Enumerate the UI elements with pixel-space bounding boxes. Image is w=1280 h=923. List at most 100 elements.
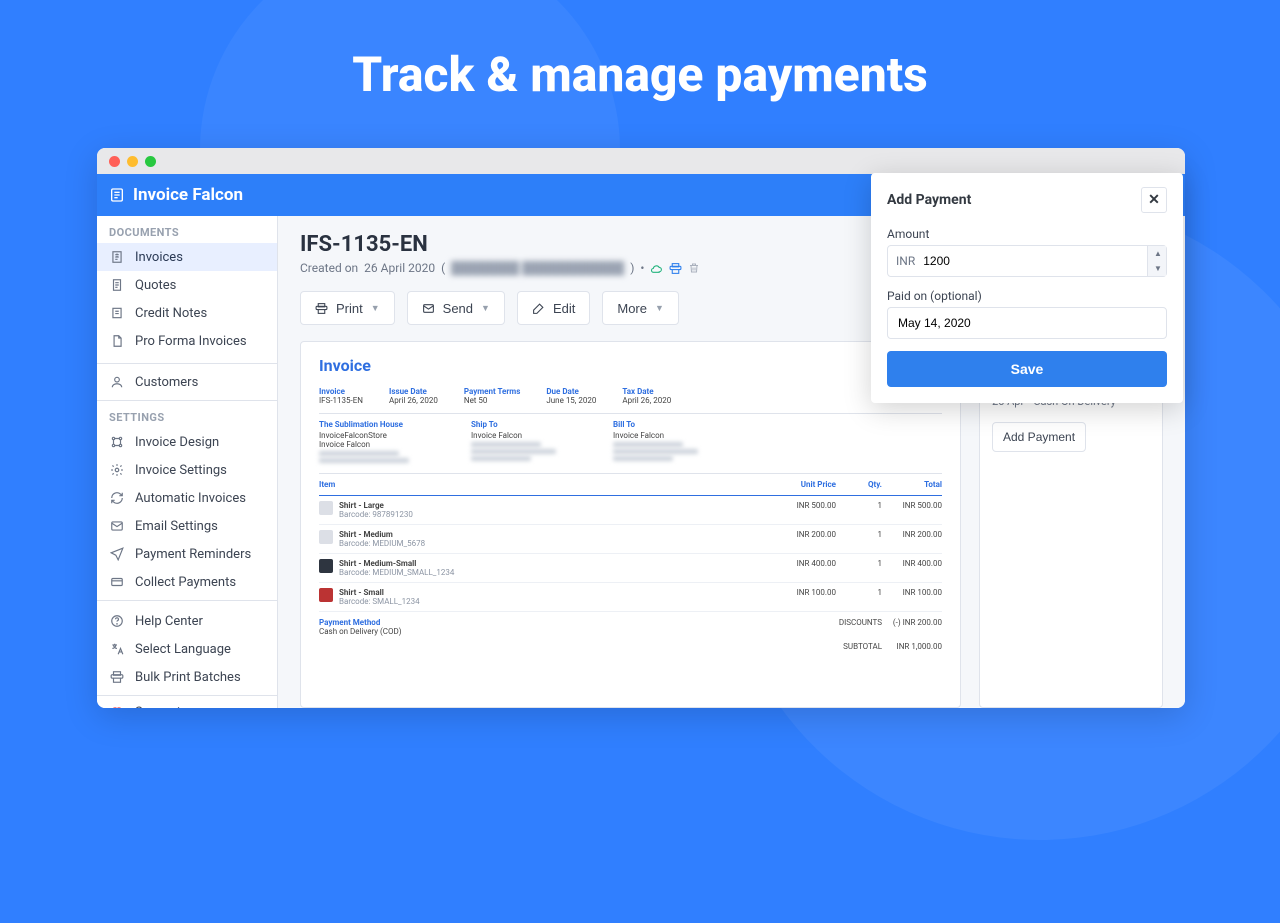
design-icon xyxy=(109,434,125,450)
discounts-val: (-) INR 200.00 xyxy=(882,618,942,636)
sidebar-item-label: Invoice Design xyxy=(135,435,219,450)
sidebar-item-collect-payments[interactable]: Collect Payments xyxy=(97,568,277,596)
hero-title: Track & manage payments xyxy=(0,46,1280,103)
item-title: Shirt - Medium-Small xyxy=(339,559,454,568)
item-total: INR 500.00 xyxy=(882,501,942,510)
payment-method-val: Cash on Delivery (COD) xyxy=(319,627,800,636)
item-unit: INR 500.00 xyxy=(768,501,836,510)
item-title: Shirt - Medium xyxy=(339,530,425,539)
sidebar-item-select-language[interactable]: Select Language xyxy=(97,635,277,663)
inv-head-value: Net 50 xyxy=(464,396,520,405)
sidebar-item-label: Invoices xyxy=(135,250,183,265)
sidebar-item-automatic-invoices[interactable]: Automatic Invoices xyxy=(97,484,277,512)
amount-field[interactable]: INR ▲ ▼ xyxy=(887,245,1167,277)
item-barcode: Barcode: MEDIUM_5678 xyxy=(339,539,425,548)
close-icon: ✕ xyxy=(1148,192,1160,208)
mail-icon xyxy=(422,302,435,315)
brand-name: Invoice Falcon xyxy=(133,185,243,205)
sidebar-item-credit-notes[interactable]: Credit Notes xyxy=(97,299,277,327)
paid-on-label: Paid on (optional) xyxy=(887,289,1167,303)
sidebar-item-label: Credit Notes xyxy=(135,306,207,321)
subtotal-label: SUBTOTAL xyxy=(800,642,882,651)
sidebar-item-customers[interactable]: Customers xyxy=(97,368,277,396)
window-zoom-icon[interactable] xyxy=(145,156,156,167)
more-button[interactable]: More ▼ xyxy=(602,291,679,325)
add-payment-label: Add Payment xyxy=(1003,430,1075,444)
invoice-preview: Invoice InvoiceIFS-1135-ENIssue DateApri… xyxy=(300,341,961,708)
item-barcode: Barcode: 987891230 xyxy=(339,510,413,519)
send-label: Send xyxy=(443,301,473,316)
redacted xyxy=(471,442,541,447)
chevron-down-icon: ▼ xyxy=(371,303,380,313)
trash-icon[interactable] xyxy=(688,262,700,274)
inv-head-label: Invoice xyxy=(319,387,363,396)
sidebar-item-label: Select Language xyxy=(135,642,231,657)
sidebar-item-email-settings[interactable]: Email Settings xyxy=(97,512,277,540)
item-unit: INR 200.00 xyxy=(768,530,836,539)
gear-icon xyxy=(109,462,125,478)
sidebar-item-label: Automatic Invoices xyxy=(135,491,246,506)
sidebar-item-support[interactable]: Support us xyxy=(97,695,277,708)
add-payment-button[interactable]: Add Payment xyxy=(992,422,1086,452)
bill-line: Invoice Falcon xyxy=(613,431,723,440)
item-qty: 1 xyxy=(836,588,882,597)
item-total: INR 100.00 xyxy=(882,588,942,597)
sidebar-item-pro-forma-invoices[interactable]: Pro Forma Invoices xyxy=(97,327,277,355)
item-total: INR 400.00 xyxy=(882,559,942,568)
close-button[interactable]: ✕ xyxy=(1141,187,1167,213)
card-icon xyxy=(109,574,125,590)
item-title: Shirt - Small xyxy=(339,588,420,597)
window-minimize-icon[interactable] xyxy=(127,156,138,167)
add-payment-panel: Add Payment ✕ Amount INR ▲ ▼ Paid on (op… xyxy=(871,173,1183,403)
paid-on-field[interactable] xyxy=(887,307,1167,339)
amount-step-up[interactable]: ▲ xyxy=(1148,246,1166,261)
item-qty: 1 xyxy=(836,559,882,568)
ship-title: Ship To xyxy=(471,420,581,429)
help-icon xyxy=(109,613,125,629)
sidebar-item-invoice-settings[interactable]: Invoice Settings xyxy=(97,456,277,484)
panel-title: Add Payment xyxy=(887,192,971,208)
paid-on-input[interactable] xyxy=(896,315,1166,331)
section-settings: SETTINGS xyxy=(97,401,277,428)
redacted xyxy=(613,449,698,454)
redacted xyxy=(471,456,531,461)
sidebar-item-label: Collect Payments xyxy=(135,575,236,590)
bill-title: Bill To xyxy=(613,420,723,429)
person-icon xyxy=(109,374,125,390)
sidebar-item-quotes[interactable]: Quotes xyxy=(97,271,277,299)
inv-head-value: June 15, 2020 xyxy=(546,396,596,405)
window-close-icon[interactable] xyxy=(109,156,120,167)
redacted xyxy=(613,442,683,447)
sidebar-item-help-center[interactable]: Help Center xyxy=(97,607,277,635)
document-icon xyxy=(109,277,125,293)
brand-icon xyxy=(109,187,125,203)
discounts-label: DISCOUNTS xyxy=(800,618,882,636)
note-icon xyxy=(109,305,125,321)
sidebar-item-label: Pro Forma Invoices xyxy=(135,334,247,349)
amount-input[interactable] xyxy=(921,253,1147,269)
print-icon[interactable] xyxy=(669,262,682,275)
sidebar-item-label: Customers xyxy=(135,375,198,390)
currency-prefix: INR xyxy=(896,254,915,268)
item-qty: 1 xyxy=(836,501,882,510)
sidebar-item-payment-reminders[interactable]: Payment Reminders xyxy=(97,540,277,568)
sidebar-item-invoices[interactable]: Invoices xyxy=(97,243,277,271)
amount-step-down[interactable]: ▼ xyxy=(1148,261,1166,276)
more-label: More xyxy=(617,301,647,316)
print-button[interactable]: Print ▼ xyxy=(300,291,395,325)
sidebar-item-invoice-design[interactable]: Invoice Design xyxy=(97,428,277,456)
cloud-icon[interactable] xyxy=(650,262,663,275)
sidebar: DOCUMENTS InvoicesQuotesCredit NotesPro … xyxy=(97,216,278,708)
sidebar-item-label: Help Center xyxy=(135,614,203,629)
edit-button[interactable]: Edit xyxy=(517,291,590,325)
sidebar-item-label: Support us xyxy=(135,705,198,709)
from-line: InvoiceFalconStore xyxy=(319,431,439,440)
invoice-heading: Invoice xyxy=(319,356,942,375)
subtotal-val: INR 1,000.00 xyxy=(882,642,942,651)
save-button[interactable]: Save xyxy=(887,351,1167,387)
send-button[interactable]: Send ▼ xyxy=(407,291,505,325)
sidebar-item-bulk-print-batches[interactable]: Bulk Print Batches xyxy=(97,663,277,691)
print-label: Print xyxy=(336,301,363,316)
paren-open: ( xyxy=(441,261,445,275)
item-unit: INR 100.00 xyxy=(768,588,836,597)
